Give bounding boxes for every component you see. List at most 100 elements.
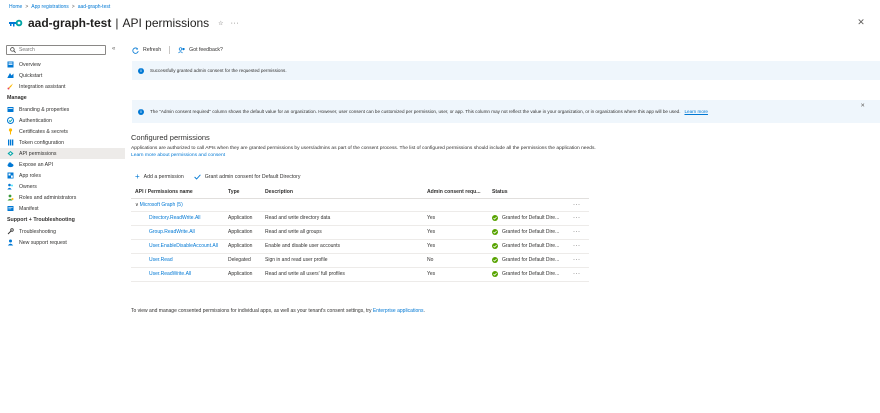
- pin-icon[interactable]: ☆: [218, 20, 223, 27]
- page-title: API permissions: [122, 16, 210, 30]
- admin-consent-value: Yes: [427, 225, 492, 240]
- manifest-icon: [7, 205, 14, 212]
- collapse-sidebar-icon[interactable]: «: [112, 46, 115, 52]
- admin-consent-value: Yes: [427, 239, 492, 254]
- sidebar-item-manifest[interactable]: Manifest: [0, 203, 125, 214]
- sidebar-item-label: Manifest: [19, 205, 39, 212]
- row-more-options-icon[interactable]: ···: [573, 239, 589, 254]
- permission-name-link[interactable]: Directory.ReadWrite.All: [131, 211, 228, 226]
- sidebar-item-api-permissions[interactable]: API permissions: [0, 148, 125, 159]
- breadcrumb-home-link[interactable]: Home: [9, 4, 22, 10]
- authentication-icon: [7, 117, 14, 124]
- sidebar-top-list: Overview Quickstart Integration assistan…: [0, 59, 125, 248]
- sidebar-item-label: Branding & properties: [19, 106, 70, 113]
- admin-consent-value: Yes: [427, 211, 492, 226]
- title-separator: |: [115, 16, 119, 30]
- command-bar: Refresh Got feedback?: [132, 45, 223, 55]
- success-message: Successfully granted admin consent for t…: [150, 68, 287, 73]
- permission-description: Read and write all users' full profiles: [265, 267, 427, 282]
- learn-more-link[interactable]: Learn more: [684, 109, 708, 114]
- sidebar-item-label: New support request: [19, 239, 67, 246]
- group-more-options-icon[interactable]: ···: [573, 198, 589, 212]
- sidebar-item-certificates[interactable]: Certificates & secrets: [0, 126, 125, 137]
- configured-permissions-title: Configured permissions: [131, 133, 210, 142]
- permission-name-link[interactable]: Group.ReadWrite.All: [131, 225, 228, 240]
- sidebar-item-overview[interactable]: Overview: [0, 59, 125, 70]
- permission-description: Enable and disable user accounts: [265, 239, 427, 254]
- permission-name-link[interactable]: User.ReadWrite.All: [131, 267, 228, 282]
- sidebar-item-label: API permissions: [19, 150, 57, 157]
- table-header-row: API / Permissions name Type Description …: [131, 186, 589, 199]
- permission-description: Read and write directory data: [265, 211, 427, 226]
- row-more-options-icon[interactable]: ···: [573, 225, 589, 240]
- sidebar-item-troubleshooting[interactable]: Troubleshooting: [0, 226, 125, 237]
- sidebar-item-token-configuration[interactable]: Token configuration: [0, 137, 125, 148]
- sidebar-item-new-support-request[interactable]: New support request: [0, 237, 125, 248]
- refresh-button[interactable]: Refresh: [132, 47, 161, 54]
- permissions-table: API / Permissions name Type Description …: [131, 186, 589, 282]
- permissions-consent-link[interactable]: Learn more about permissions and consent: [131, 153, 225, 158]
- feedback-button[interactable]: Got feedback?: [178, 46, 223, 54]
- sidebar-item-label: Authentication: [19, 117, 52, 124]
- permission-type: Application: [228, 225, 265, 240]
- checkmark-icon: [194, 173, 201, 180]
- admin-consent-value: No: [427, 253, 492, 268]
- permission-type: Delegated: [228, 253, 265, 268]
- sidebar-item-authentication[interactable]: Authentication: [0, 115, 125, 126]
- granted-check-icon: [492, 243, 498, 249]
- api-group-label[interactable]: Microsoft Graph (5): [140, 202, 183, 208]
- granted-check-icon: [492, 257, 498, 263]
- column-header-status: Status: [492, 186, 573, 199]
- sidebar-item-expose-api[interactable]: Expose an API: [0, 159, 125, 170]
- status-cell: Granted for Default Dire...: [492, 253, 573, 268]
- banner-close-icon[interactable]: ✕: [860, 103, 865, 109]
- permission-name-link[interactable]: User.EnableDisableAccount.All: [131, 239, 228, 254]
- cloud-icon: [7, 161, 14, 168]
- permission-type: Application: [228, 211, 265, 226]
- sidebar-search-box[interactable]: [6, 45, 106, 55]
- sidebar-item-integration-assistant[interactable]: Integration assistant: [0, 81, 125, 92]
- row-more-options-icon[interactable]: ···: [573, 253, 589, 268]
- chevron-down-icon[interactable]: ∨: [135, 202, 139, 208]
- sidebar-item-label: App roles: [19, 172, 41, 179]
- enterprise-applications-link[interactable]: Enterprise applications: [373, 308, 424, 314]
- sidebar-item-roles-administrators[interactable]: Roles and administrators: [0, 192, 125, 203]
- granted-check-icon: [492, 215, 498, 221]
- permission-type: Application: [228, 267, 265, 282]
- refresh-label: Refresh: [143, 47, 162, 53]
- footer-end: .: [423, 308, 425, 314]
- sidebar-section-manage: Manage: [7, 95, 27, 101]
- sidebar-item-quickstart[interactable]: Quickstart: [0, 70, 125, 81]
- sidebar-item-label: Troubleshooting: [19, 228, 57, 235]
- status-text: Granted for Default Dire...: [502, 243, 560, 249]
- api-group-row[interactable]: ∨Microsoft Graph (5) ···: [131, 198, 589, 212]
- sidebar-item-label: Overview: [19, 61, 41, 68]
- description-text: Applications are authorized to call APIs…: [131, 146, 596, 151]
- add-permission-button[interactable]: + Add a permission: [135, 171, 184, 181]
- close-icon[interactable]: ✕: [856, 17, 866, 27]
- sidebar-item-app-roles[interactable]: App roles: [0, 170, 125, 181]
- plus-icon: +: [135, 171, 140, 181]
- feedback-label: Got feedback?: [189, 47, 223, 53]
- permission-type: Application: [228, 239, 265, 254]
- row-more-options-icon[interactable]: ···: [573, 211, 589, 226]
- footer-text: To view and manage consented permissions…: [131, 308, 372, 314]
- api-group-cell[interactable]: ∨Microsoft Graph (5): [131, 198, 573, 212]
- more-options-icon[interactable]: ···: [231, 20, 240, 27]
- sidebar-search-input[interactable]: [19, 47, 99, 53]
- row-more-options-icon[interactable]: ···: [573, 267, 589, 282]
- consent-footer-note: To view and manage consented permissions…: [131, 308, 425, 314]
- grant-admin-consent-button[interactable]: Grant admin consent for Default Director…: [194, 174, 301, 180]
- roles-icon: [7, 194, 14, 201]
- quickstart-icon: [7, 72, 14, 79]
- table-row: Directory.ReadWrite.All Application Read…: [131, 211, 589, 226]
- breadcrumb-app-registrations-link[interactable]: App registrations: [31, 4, 69, 10]
- sidebar-item-owners[interactable]: Owners: [0, 181, 125, 192]
- sidebar-item-label: Roles and administrators: [19, 194, 77, 201]
- status-cell: Granted for Default Dire...: [492, 211, 573, 226]
- permission-name-link[interactable]: User.Read: [131, 253, 228, 268]
- breadcrumb-current-link[interactable]: aad-graph-test: [78, 4, 111, 10]
- sidebar-item-branding[interactable]: Branding & properties: [0, 104, 125, 115]
- admin-consent-value: Yes: [427, 267, 492, 282]
- info-icon: i: [138, 108, 144, 115]
